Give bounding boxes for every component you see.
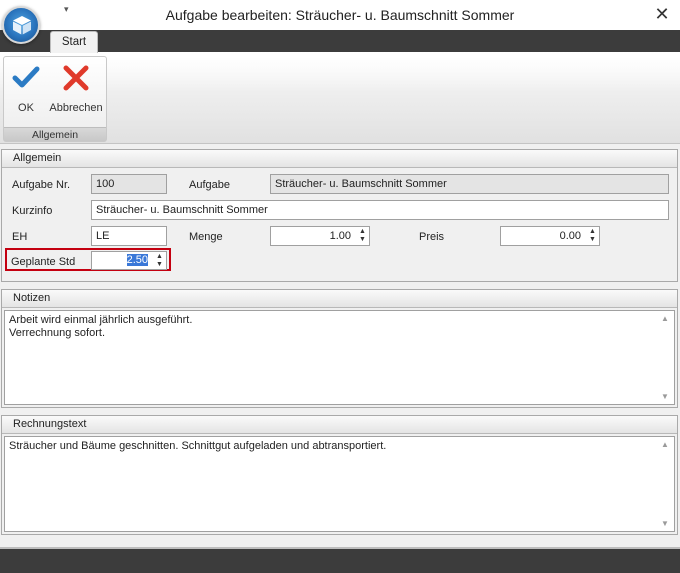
rechnungstext-textarea[interactable]: Sträucher und Bäume geschnitten. Schnitt…: [4, 436, 675, 532]
window-title: Aufgabe bearbeiten: Sträucher- u. Baumsc…: [165, 7, 515, 23]
ok-button[interactable]: OK: [8, 63, 44, 114]
scroll-up-icon[interactable]: ▲: [661, 314, 669, 323]
preis-value: 0.00: [559, 230, 581, 242]
ok-button-label: OK: [18, 102, 34, 114]
preis-label: Preis: [419, 231, 445, 243]
kurzinfo-label: Kurzinfo: [12, 205, 53, 217]
scroll-down-icon[interactable]: ▼: [661, 519, 669, 528]
checkmark-icon: [12, 66, 40, 88]
allgemein-header: Allgemein: [2, 150, 677, 168]
geplante-std-spin-input[interactable]: 2.50 ▲ ▼: [91, 251, 167, 270]
aufgabe-nr-field: 100: [91, 174, 167, 194]
ribbon-group-allgemein: OK Abbrechen Allgemein: [3, 56, 107, 142]
notizen-scrollbar[interactable]: ▲ ▼: [658, 311, 674, 404]
geplante-std-label: Geplante Std: [11, 256, 76, 268]
allgemein-groupbox: Allgemein Aufgabe Nr. 100 Aufgabe Sträuc…: [1, 149, 678, 282]
rechnungstext-header: Rechnungstext: [2, 416, 677, 434]
menge-spin-buttons[interactable]: ▲ ▼: [358, 228, 367, 244]
rechnungstext-text: Sträucher und Bäume geschnitten. Schnitt…: [9, 440, 387, 452]
close-button[interactable]: ✕: [650, 3, 674, 25]
status-bar: [0, 549, 680, 573]
eh-input[interactable]: LE: [91, 226, 167, 246]
app-menu-button[interactable]: [2, 6, 40, 44]
geplante-std-value: 2.50: [126, 254, 148, 266]
title-bar: ▾ Aufgabe bearbeiten: Sträucher- u. Baum…: [0, 0, 680, 30]
cube-icon: [13, 16, 31, 35]
menge-spin-input[interactable]: 1.00 ▲ ▼: [270, 226, 370, 246]
menge-value: 1.00: [329, 230, 351, 242]
menge-label: Menge: [189, 231, 223, 243]
notizen-textarea[interactable]: Arbeit wird einmal jährlich ausgeführt. …: [4, 310, 675, 405]
red-x-icon: [63, 65, 89, 91]
cancel-button-label: Abbrechen: [49, 102, 103, 114]
cancel-button[interactable]: Abbrechen: [48, 63, 104, 114]
ribbon-tab-strip: [0, 30, 680, 52]
scroll-down-icon[interactable]: ▼: [661, 392, 669, 401]
kurzinfo-input[interactable]: Sträucher- u. Baumschnitt Sommer: [91, 200, 669, 220]
preis-spin-input[interactable]: 0.00 ▲ ▼: [500, 226, 600, 246]
eh-label: EH: [12, 231, 28, 243]
geplante-std-spin-buttons[interactable]: ▲ ▼: [155, 253, 164, 269]
rechnungstext-scrollbar[interactable]: ▲ ▼: [658, 437, 674, 531]
notizen-text: Arbeit wird einmal jährlich ausgeführt. …: [9, 314, 193, 339]
aufgabe-nr-label: Aufgabe Nr.: [12, 179, 71, 191]
ribbon-group-label: Allgemein: [4, 127, 106, 141]
aufgabe-label: Aufgabe: [189, 179, 230, 191]
rechnungstext-groupbox: Rechnungstext Sträucher und Bäume geschn…: [1, 415, 678, 535]
aufgabe-field: Sträucher- u. Baumschnitt Sommer: [270, 174, 669, 194]
scroll-up-icon[interactable]: ▲: [661, 440, 669, 449]
notizen-groupbox: Notizen Arbeit wird einmal jährlich ausg…: [1, 289, 678, 408]
notizen-header: Notizen: [2, 290, 677, 308]
tab-start[interactable]: Start: [50, 31, 98, 53]
ribbon: OK Abbrechen Allgemein: [0, 52, 680, 144]
preis-spin-buttons[interactable]: ▲ ▼: [588, 228, 597, 244]
